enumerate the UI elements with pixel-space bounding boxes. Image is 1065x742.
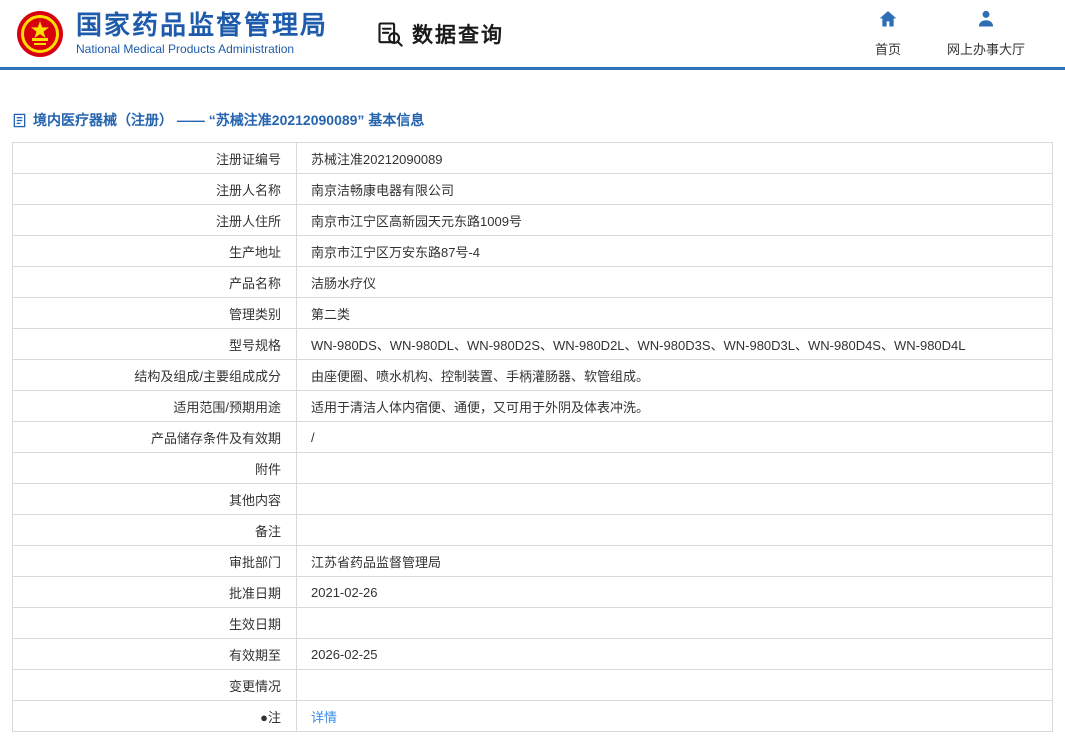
- table-row: 批准日期 2021-02-26: [12, 576, 1053, 608]
- field-label: 其他内容: [12, 483, 297, 515]
- nav-service-hall[interactable]: 网上办事大厅: [947, 9, 1025, 58]
- table-row: 有效期至 2026-02-25: [12, 638, 1053, 670]
- breadcrumb: 境内医疗器械（注册） —— “苏械注准20212090089” 基本信息: [12, 110, 1053, 130]
- table-row: 型号规格 WN-980DS、WN-980DL、WN-980D2S、WN-980D…: [12, 328, 1053, 360]
- top-nav: 首页 网上办事大厅: [875, 9, 1025, 58]
- field-label: 备注: [12, 514, 297, 546]
- field-label: 生效日期: [12, 607, 297, 639]
- field-value: 适用于清洁人体内宿便、通便，又可用于外阴及体表冲洗。: [296, 390, 1053, 422]
- org-identity: 国家药品监督管理局 National Medical Products Admi…: [76, 9, 329, 57]
- detail-link[interactable]: 详情: [311, 710, 337, 725]
- field-value: [296, 669, 1053, 701]
- field-label: 批准日期: [12, 576, 297, 608]
- field-label: 注册人住所: [12, 204, 297, 236]
- table-row: 注册人名称 南京洁畅康电器有限公司: [12, 173, 1053, 205]
- national-emblem-icon: [16, 10, 64, 58]
- data-query-label: 数据查询: [412, 23, 505, 47]
- header: 国家药品监督管理局 National Medical Products Admi…: [0, 0, 1065, 70]
- field-value: 洁肠水疗仪: [296, 266, 1053, 298]
- field-label: 结构及组成/主要组成成分: [12, 359, 297, 391]
- nav-home-label: 首页: [874, 42, 901, 57]
- field-label: 注册人名称: [12, 173, 297, 205]
- table-row: 适用范围/预期用途 适用于清洁人体内宿便、通便，又可用于外阴及体表冲洗。: [12, 390, 1053, 422]
- field-label: 型号规格: [12, 328, 297, 360]
- field-value: 2026-02-25: [296, 638, 1053, 670]
- table-row: 审批部门 江苏省药品监督管理局: [12, 545, 1053, 577]
- table-row: 注册人住所 南京市江宁区高新园天元东路1009号: [12, 204, 1053, 236]
- table-row: 产品储存条件及有效期 /: [12, 421, 1053, 453]
- table-row: 生产地址 南京市江宁区万安东路87号-4: [12, 235, 1053, 267]
- table-row: 结构及组成/主要组成成分 由座便圈、喷水机构、控制装置、手柄灌肠器、软管组成。: [12, 359, 1053, 391]
- table-row: 产品名称 洁肠水疗仪: [12, 266, 1053, 298]
- person-icon: [976, 9, 996, 34]
- field-value: 江苏省药品监督管理局: [296, 545, 1053, 577]
- table-row: 生效日期: [12, 607, 1053, 639]
- field-value: 详情: [296, 700, 1053, 732]
- field-label: 产品名称: [12, 266, 297, 298]
- field-label: 有效期至: [12, 638, 297, 670]
- table-row: 管理类别 第二类: [12, 297, 1053, 329]
- nav-home[interactable]: 首页: [875, 9, 901, 58]
- home-icon: [878, 9, 898, 34]
- table-row: 备注: [12, 514, 1053, 546]
- org-name-cn: 国家药品监督管理局: [76, 9, 329, 40]
- org-name-en: National Medical Products Administration: [76, 42, 295, 57]
- document-icon: [12, 113, 27, 128]
- field-label: 注册证编号: [12, 142, 297, 174]
- field-value: 第二类: [296, 297, 1053, 329]
- field-label: 附件: [12, 452, 297, 484]
- field-label: 生产地址: [12, 235, 297, 267]
- table-row: 变更情况: [12, 669, 1053, 701]
- field-label: 适用范围/预期用途: [12, 390, 297, 422]
- field-value: 2021-02-26: [296, 576, 1053, 608]
- field-value: 苏械注准20212090089: [296, 142, 1053, 174]
- field-label: 变更情况: [12, 669, 297, 701]
- field-value: /: [296, 421, 1053, 453]
- field-value: [296, 452, 1053, 484]
- field-value: 由座便圈、喷水机构、控制装置、手柄灌肠器、软管组成。: [296, 359, 1053, 391]
- data-query-nav[interactable]: 数据查询: [376, 19, 504, 49]
- field-value: 南京洁畅康电器有限公司: [296, 173, 1053, 205]
- field-label: 产品储存条件及有效期: [12, 421, 297, 453]
- table-row: 其他内容: [12, 483, 1053, 515]
- field-value: [296, 483, 1053, 515]
- table-row: ●注 详情: [12, 700, 1053, 732]
- registration-info-table: 注册证编号 苏械注准20212090089 注册人名称 南京洁畅康电器有限公司 …: [12, 142, 1053, 732]
- field-value: 南京市江宁区万安东路87号-4: [296, 235, 1053, 267]
- field-label: 管理类别: [12, 297, 297, 329]
- field-label: 审批部门: [12, 545, 297, 577]
- page-title: 境内医疗器械（注册） —— “苏械注准20212090089” 基本信息: [33, 112, 425, 128]
- field-value: [296, 514, 1053, 546]
- field-value: 南京市江宁区高新园天元东路1009号: [296, 204, 1053, 236]
- field-value: WN-980DS、WN-980DL、WN-980D2S、WN-980D2L、WN…: [296, 328, 1053, 360]
- nav-service-hall-label: 网上办事大厅: [946, 42, 1025, 57]
- table-row: 附件: [12, 452, 1053, 484]
- field-value: [296, 607, 1053, 639]
- field-label: ●注: [12, 700, 297, 732]
- table-row: 注册证编号 苏械注准20212090089: [12, 142, 1053, 174]
- data-query-icon: [376, 20, 404, 48]
